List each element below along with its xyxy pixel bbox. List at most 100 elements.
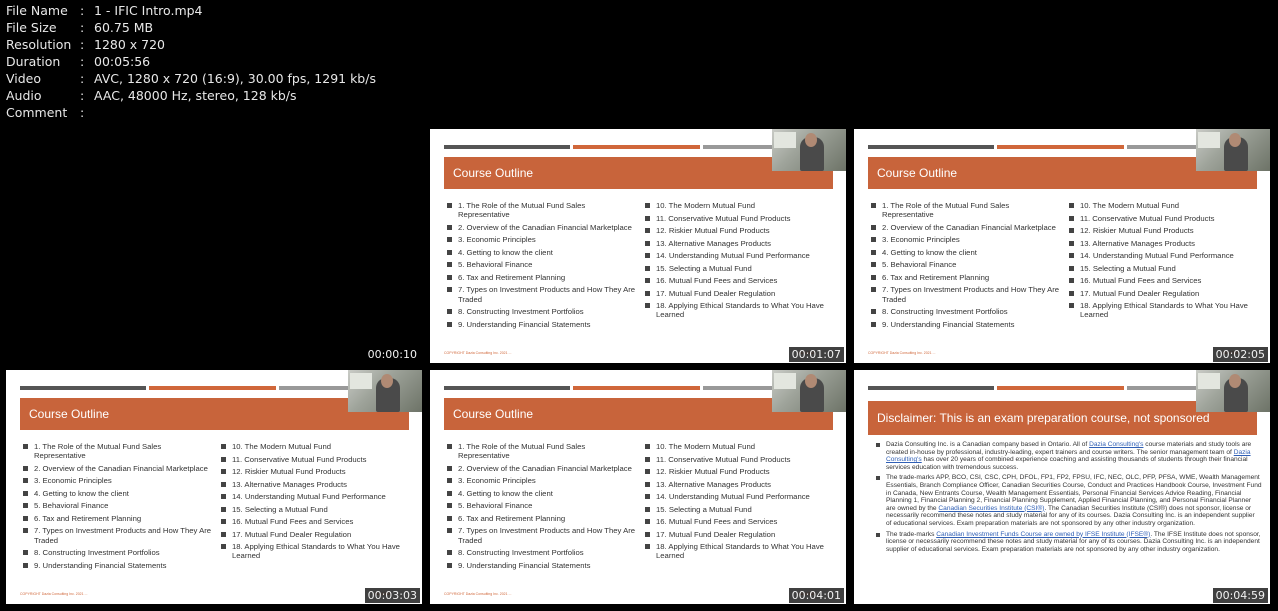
thumbnail-5[interactable]: Course Outline 1. The Role of the Mutual … bbox=[430, 370, 846, 604]
outline-item: 9. Understanding Financial Statements bbox=[446, 320, 644, 329]
outline-right-column: 10. The Modern Mutual Fund 11. Conservati… bbox=[1068, 201, 1266, 332]
meta-row: Duration:00:05:56 bbox=[6, 53, 376, 70]
timestamp: 00:03:03 bbox=[364, 588, 420, 603]
outline-item: 4. Getting to know the client bbox=[22, 489, 220, 498]
outline-columns: 1. The Role of the Mutual Fund Sales Rep… bbox=[446, 442, 842, 573]
thumbnail-3[interactable]: Course Outline 1. The Role of the Mutual … bbox=[854, 129, 1270, 363]
meta-separator: : bbox=[80, 3, 85, 18]
disclaimer-paragraph: The trade-marks APP, BCO, CSI, CSC, CPH,… bbox=[876, 474, 1262, 527]
meta-row: Video: AVC, 1280 x 720 (16:9), 30.00 fps,… bbox=[6, 70, 376, 87]
slide-title-text: Course Outline bbox=[29, 407, 110, 421]
outline-item: 10. The Modern Mutual Fund bbox=[1068, 201, 1266, 210]
slide-title-text: Course Outline bbox=[877, 166, 958, 180]
outline-item: 5. Behavioral Finance bbox=[446, 260, 644, 269]
outline-item: 7. Types on Investment Products and How … bbox=[870, 285, 1068, 304]
outline-item: 14. Understanding Mutual Fund Performanc… bbox=[1068, 251, 1266, 260]
outline-item: 3. Economic Principles bbox=[446, 235, 644, 244]
outline-item: 17. Mutual Fund Dealer Regulation bbox=[644, 289, 842, 298]
meta-key: Video bbox=[6, 71, 42, 86]
outline-item: 4. Getting to know the client bbox=[446, 489, 644, 498]
outline-item: 8. Constructing Investment Portfolios bbox=[22, 548, 220, 557]
outline-item: 7. Types on Investment Products and How … bbox=[446, 526, 644, 545]
outline-item: 2. Overview of the Canadian Financial Ma… bbox=[870, 223, 1068, 232]
outline-item: 6. Tax and Retirement Planning bbox=[22, 514, 220, 523]
outline-item: 8. Constructing Investment Portfolios bbox=[446, 307, 644, 316]
meta-key: Comment bbox=[6, 105, 68, 120]
thumbnail-2[interactable]: Course Outline 1. The Role of the Mutual … bbox=[430, 129, 846, 363]
outline-item: 14. Understanding Mutual Fund Performanc… bbox=[220, 492, 418, 501]
outline-left-column: 1. The Role of the Mutual Fund Sales Rep… bbox=[22, 442, 220, 573]
meta-value: 00:05:56 bbox=[94, 54, 151, 69]
outline-item: 4. Getting to know the client bbox=[870, 248, 1068, 257]
outline-item: 17. Mutual Fund Dealer Regulation bbox=[1068, 289, 1266, 298]
outline-right-column: 10. The Modern Mutual Fund 11. Conservati… bbox=[644, 442, 842, 573]
outline-item: 10. The Modern Mutual Fund bbox=[644, 201, 842, 210]
outline-item: 16. Mutual Fund Fees and Services bbox=[1068, 276, 1266, 285]
meta-key: Duration bbox=[6, 54, 61, 69]
outline-item: 7. Types on Investment Products and How … bbox=[22, 526, 220, 545]
outline-item: 16. Mutual Fund Fees and Services bbox=[644, 517, 842, 526]
meta-value: 1 - IFIC Intro.mp4 bbox=[94, 3, 203, 18]
disclaimer-body: Dazia Consulting Inc. is a Canadian comp… bbox=[876, 441, 1262, 556]
webcam-overlay bbox=[1196, 129, 1270, 171]
outline-item: 5. Behavioral Finance bbox=[870, 260, 1068, 269]
meta-value: 60.75 MB bbox=[94, 20, 154, 35]
outline-item: 8. Constructing Investment Portfolios bbox=[446, 548, 644, 557]
timestamp: 00:00:10 bbox=[364, 347, 420, 362]
outline-item: 3. Economic Principles bbox=[870, 235, 1068, 244]
outline-item: 6. Tax and Retirement Planning bbox=[446, 273, 644, 282]
outline-left-column: 1. The Role of the Mutual Fund Sales Rep… bbox=[446, 201, 644, 332]
outline-item: 18. Applying Ethical Standards to What Y… bbox=[644, 542, 842, 561]
timestamp: 00:04:01 bbox=[788, 588, 844, 603]
disclaimer-paragraph: Dazia Consulting Inc. is a Canadian comp… bbox=[876, 441, 1262, 471]
meta-row: Resolution:1280 x 720 bbox=[6, 36, 376, 53]
outline-left-column: 1. The Role of the Mutual Fund Sales Rep… bbox=[870, 201, 1068, 332]
outline-columns: 1. The Role of the Mutual Fund Sales Rep… bbox=[870, 201, 1266, 332]
slide-footer: COPYRIGHT Dazia Consulting Inc. 2021 ... bbox=[868, 351, 936, 355]
outline-item: 9. Understanding Financial Statements bbox=[22, 561, 220, 570]
meta-row: File Size:60.75 MB bbox=[6, 19, 376, 36]
link[interactable]: Canadian Securities Institute (CSI®) bbox=[938, 505, 1044, 512]
outline-item: 9. Understanding Financial Statements bbox=[446, 561, 644, 570]
timestamp: 00:04:59 bbox=[1212, 588, 1268, 603]
outline-item: 18. Applying Ethical Standards to What Y… bbox=[644, 301, 842, 320]
slide-title-text: Course Outline bbox=[453, 166, 534, 180]
outline-item: 3. Economic Principles bbox=[22, 476, 220, 485]
thumbnail-4[interactable]: Course Outline 1. The Role of the Mutual … bbox=[6, 370, 422, 604]
outline-item: 16. Mutual Fund Fees and Services bbox=[644, 276, 842, 285]
outline-item: 8. Constructing Investment Portfolios bbox=[870, 307, 1068, 316]
thumbnail-6[interactable]: Disclaimer: This is an exam preparation … bbox=[854, 370, 1270, 604]
outline-item: 11. Conservative Mutual Fund Products bbox=[644, 455, 842, 464]
outline-item: 1. The Role of the Mutual Fund Sales Rep… bbox=[22, 442, 220, 461]
thumbnail-1[interactable]: 00:00:10 bbox=[6, 129, 422, 363]
outline-item: 14. Understanding Mutual Fund Performanc… bbox=[644, 251, 842, 260]
outline-item: 18. Applying Ethical Standards to What Y… bbox=[220, 542, 418, 561]
outline-right-column: 10. The Modern Mutual Fund 11. Conservati… bbox=[220, 442, 418, 573]
outline-item: 18. Applying Ethical Standards to What Y… bbox=[1068, 301, 1266, 320]
outline-item: 15. Selecting a Mutual Fund bbox=[220, 505, 418, 514]
outline-item: 17. Mutual Fund Dealer Regulation bbox=[220, 530, 418, 539]
meta-separator: : bbox=[80, 71, 85, 86]
outline-item: 11. Conservative Mutual Fund Products bbox=[644, 214, 842, 223]
webcam-overlay bbox=[348, 370, 422, 412]
outline-columns: 1. The Role of the Mutual Fund Sales Rep… bbox=[22, 442, 418, 573]
slide-footer: COPYRIGHT Dazia Consulting Inc. 2021 ... bbox=[20, 592, 88, 596]
outline-item: 11. Conservative Mutual Fund Products bbox=[220, 455, 418, 464]
outline-item: 3. Economic Principles bbox=[446, 476, 644, 485]
link[interactable]: Canadian Investment Funds Course are own… bbox=[936, 531, 1150, 538]
slide-footer: COPYRIGHT Dazia Consulting Inc. 2021 ... bbox=[444, 592, 512, 596]
outline-item: 12. Riskier Mutual Fund Products bbox=[644, 226, 842, 235]
outline-item: 7. Types on Investment Products and How … bbox=[446, 285, 644, 304]
outline-columns: 1. The Role of the Mutual Fund Sales Rep… bbox=[446, 201, 842, 332]
webcam-overlay bbox=[772, 129, 846, 171]
meta-key: Audio bbox=[6, 88, 42, 103]
link[interactable]: Dazia Consulting's bbox=[1089, 441, 1143, 448]
slide-footer: COPYRIGHT Dazia Consulting Inc. 2021 ... bbox=[444, 351, 512, 355]
outline-item: 1. The Role of the Mutual Fund Sales Rep… bbox=[446, 201, 644, 220]
outline-left-column: 1. The Role of the Mutual Fund Sales Rep… bbox=[446, 442, 644, 573]
meta-separator: : bbox=[80, 20, 85, 35]
disclaimer-paragraph: The trade-marks Canadian Investment Fund… bbox=[876, 531, 1262, 554]
outline-item: 11. Conservative Mutual Fund Products bbox=[1068, 214, 1266, 223]
meta-separator: : bbox=[80, 54, 85, 69]
meta-separator: : bbox=[80, 105, 85, 120]
